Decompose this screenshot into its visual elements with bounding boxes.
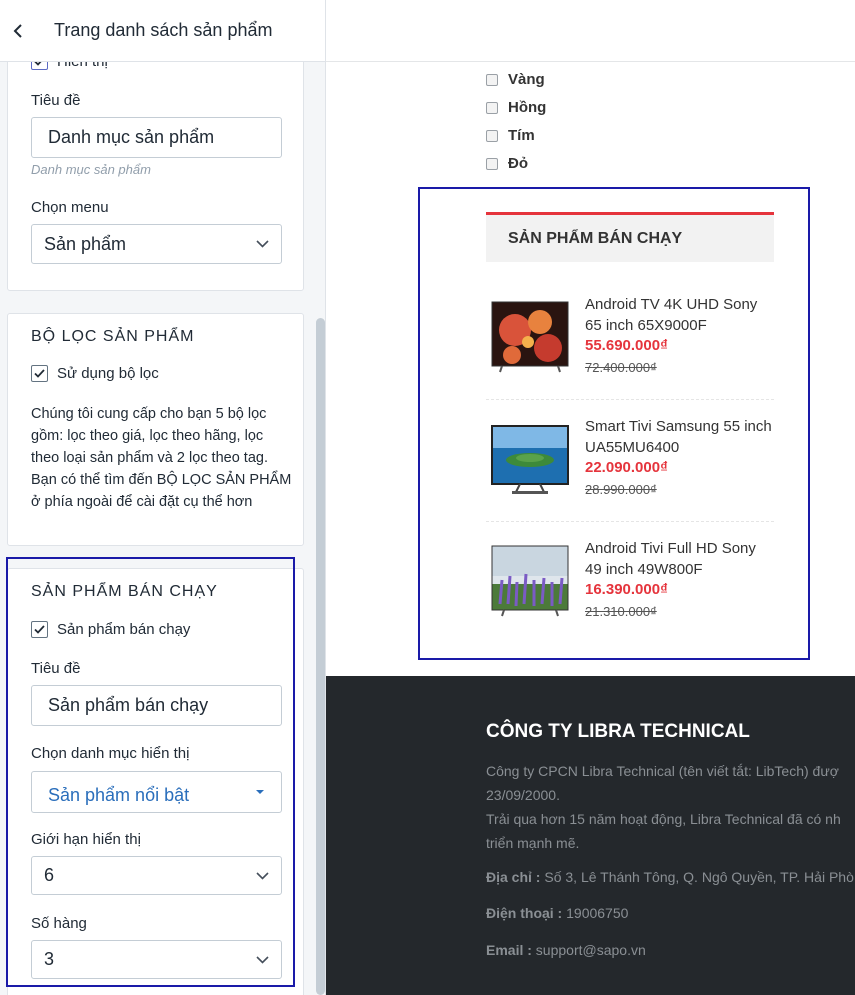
panel-header: Trang danh sách sản phẩm: [0, 0, 325, 62]
category-settings-card: Hiển thị Tiêu đề Danh mục sản phẩm Danh …: [7, 40, 304, 291]
display-limit-select[interactable]: 6: [31, 856, 282, 895]
product-old-price: 72.400.000₫: [585, 360, 657, 375]
category-display-value: Sản phẩm nổi bật: [48, 784, 190, 805]
bestseller-title-input[interactable]: Sản phẩm bán chạy: [31, 685, 282, 726]
category-title-hint: Danh mục sản phẩm: [31, 162, 151, 177]
phone-label: Điện thoại :: [486, 905, 563, 921]
store-footer: CÔNG TY LIBRA TECHNICAL Công ty CPCN Lib…: [326, 676, 855, 995]
bestseller-heading: SẢN PHẨM BÁN CHẠY: [31, 583, 218, 600]
product-name[interactable]: Android Tivi Full HD Sony 49 inch 49W800…: [585, 538, 775, 580]
phone-value[interactable]: 19006750: [562, 905, 628, 921]
color-filter-pink[interactable]: Hồng: [486, 99, 546, 116]
color-filter-label: Hồng: [508, 99, 547, 116]
color-filter-label: Đỏ: [508, 155, 528, 172]
product-price: 16.390.000₫: [585, 581, 668, 598]
color-checkbox[interactable]: [486, 129, 498, 142]
store-preview: Vàng Hồng Tím Đỏ SẢN PHẨM BÁN CHẠY Andro…: [326, 0, 855, 995]
bestseller-widget-heading: SẢN PHẨM BÁN CHẠY: [486, 212, 774, 262]
email-value[interactable]: support@sapo.vn: [532, 942, 646, 958]
menu-select-value: Sản phẩm: [44, 233, 127, 254]
product-item[interactable]: Smart Tivi Samsung 55 inch UA55MU6400 22…: [486, 400, 774, 522]
company-intro-line: Công ty CPCN Libra Technical (tên viết t…: [486, 763, 839, 779]
menu-select[interactable]: Sản phẩm: [31, 224, 282, 264]
color-filter-purple[interactable]: Tím: [486, 127, 535, 144]
product-name[interactable]: Smart Tivi Samsung 55 inch UA55MU6400: [585, 416, 775, 458]
display-limit-label: Giới hạn hiển thị: [31, 831, 141, 848]
email-line: Email : support@sapo.vn: [486, 938, 855, 962]
company-intro-line: 23/09/2000.: [486, 787, 560, 803]
product-name[interactable]: Android TV 4K UHD Sony 65 inch 65X9000F: [585, 294, 775, 336]
filter-description: Chúng tôi cung cấp cho bạn 5 bộ lọc gồm:…: [31, 406, 292, 510]
address-label: Địa chỉ :: [486, 869, 541, 885]
category-display-label: Chọn danh mục hiển thị: [31, 745, 190, 762]
company-intro-line: triển mạnh mẽ.: [486, 835, 580, 851]
product-filter-card: BỘ LỌC SẢN PHẨM Sử dụng bộ lọc Chúng tôi…: [7, 313, 304, 546]
product-item[interactable]: Android Tivi Full HD Sony 49 inch 49W800…: [486, 522, 774, 644]
use-filter-label: Sử dụng bộ lọc: [57, 365, 159, 382]
theme-settings-panel: Hiển thị Tiêu đề Danh mục sản phẩm Danh …: [0, 0, 326, 995]
tv-island-image[interactable]: [490, 422, 570, 496]
category-display-select[interactable]: Sản phẩm nổi bật: [31, 771, 282, 813]
scrollbar-thumb[interactable]: [316, 318, 325, 995]
company-title: CÔNG TY LIBRA TECHNICAL: [486, 721, 750, 742]
preview-topbar: [326, 0, 855, 62]
row-count-label: Số hàng: [31, 915, 87, 932]
bestseller-title-label: Tiêu đề: [31, 660, 81, 677]
menu-select-label: Chọn menu: [31, 199, 109, 216]
address-value: Số 3, Lê Thánh Tông, Q. Ngô Quyền, TP. H…: [540, 869, 854, 885]
category-title-label: Tiêu đề: [31, 92, 81, 109]
phone-line: Điện thoại : 19006750: [486, 901, 855, 925]
color-filter-label: Vàng: [508, 71, 545, 88]
company-intro-line: Trải qua hơn 15 năm hoạt động, Libra Tec…: [486, 811, 841, 827]
color-filter-red[interactable]: Đỏ: [486, 155, 528, 172]
chevron-left-icon: [13, 23, 22, 38]
color-filter-yellow[interactable]: Vàng: [486, 71, 545, 88]
chevron-down-icon: [256, 240, 269, 248]
display-limit-value: 6: [44, 865, 55, 885]
address-line: Địa chỉ : Số 3, Lê Thánh Tông, Q. Ngô Qu…: [486, 865, 855, 889]
bestseller-enable-checkbox[interactable]: Sản phẩm bán chạy: [31, 621, 190, 638]
color-checkbox[interactable]: [486, 157, 498, 170]
check-icon: [34, 625, 45, 634]
product-item[interactable]: Android TV 4K UHD Sony 65 inch 65X9000F …: [486, 278, 774, 400]
check-icon: [34, 369, 45, 378]
caret-down-icon: [256, 790, 264, 794]
checkbox-box[interactable]: [31, 365, 48, 382]
color-checkbox[interactable]: [486, 101, 498, 114]
tv-lavender-image[interactable]: [490, 544, 570, 618]
chevron-down-icon: [256, 871, 269, 880]
bestseller-enable-label: Sản phẩm bán chạy: [57, 621, 191, 638]
product-price: 55.690.000₫: [585, 337, 668, 354]
product-filter-heading: BỘ LỌC SẢN PHẨM: [31, 328, 195, 345]
row-count-select[interactable]: 3: [31, 940, 282, 979]
category-title-input[interactable]: Danh mục sản phẩm: [31, 117, 282, 158]
product-price: 22.090.000₫: [585, 459, 668, 476]
tv-flower-image[interactable]: [490, 300, 570, 374]
color-checkbox[interactable]: [486, 73, 498, 86]
color-filter-label: Tím: [508, 127, 535, 144]
bestseller-settings-card: SẢN PHẨM BÁN CHẠY Sản phẩm bán chạy Tiêu…: [7, 568, 304, 995]
email-label: Email :: [486, 942, 532, 958]
checkbox-box[interactable]: [31, 621, 48, 638]
product-old-price: 21.310.000₫: [585, 604, 657, 619]
use-filter-checkbox[interactable]: Sử dụng bộ lọc: [31, 365, 159, 382]
back-button[interactable]: [0, 0, 36, 62]
panel-title: Trang danh sách sản phẩm: [54, 20, 273, 40]
row-count-value: 3: [44, 949, 55, 969]
chevron-down-icon: [256, 955, 269, 964]
product-old-price: 28.990.000₫: [585, 482, 657, 497]
